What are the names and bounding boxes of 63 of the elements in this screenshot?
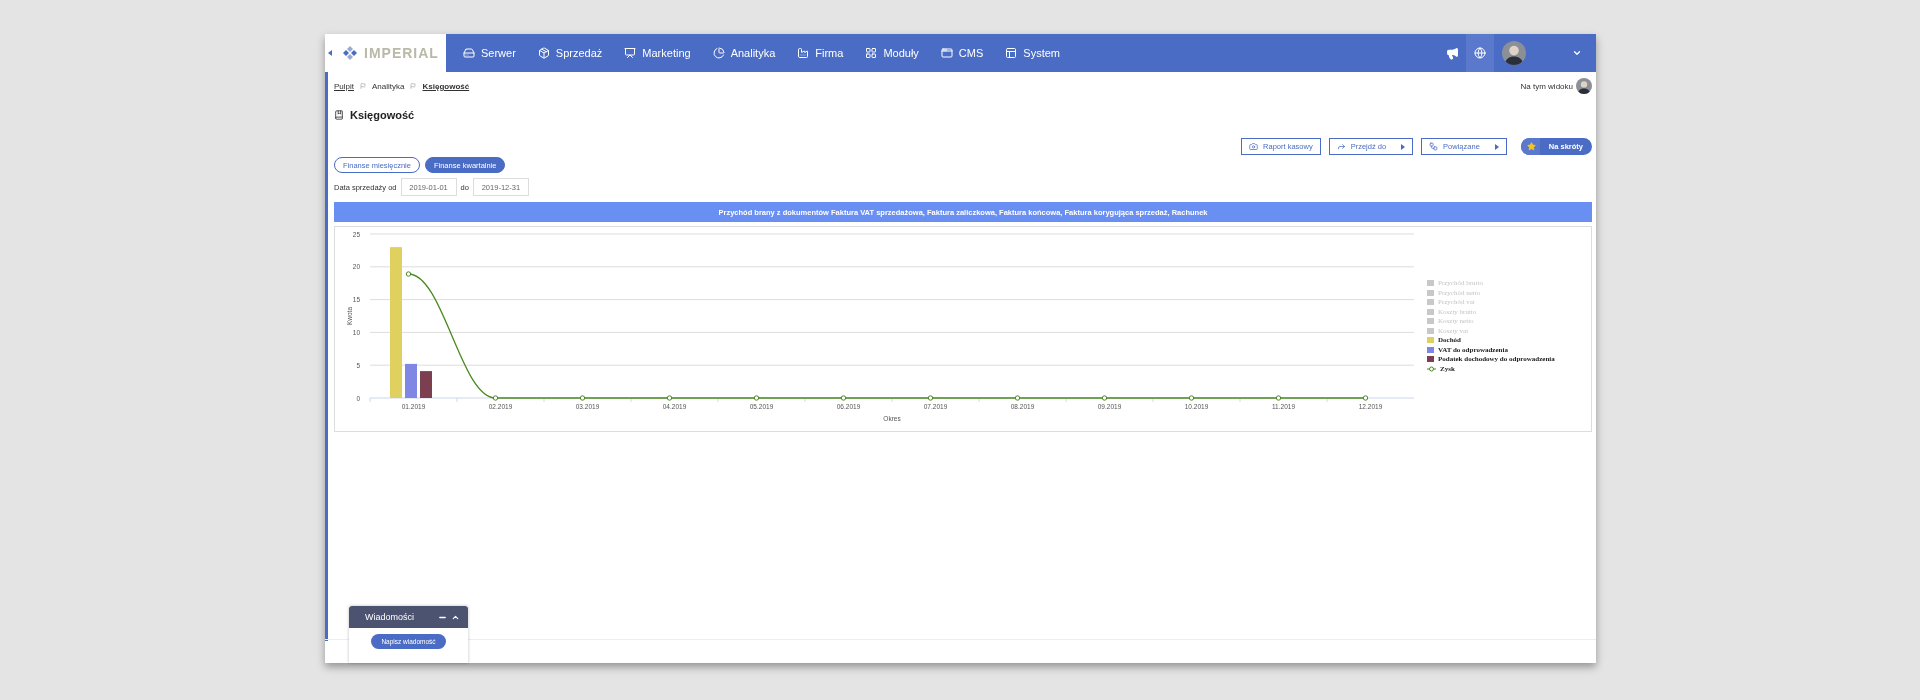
data-point — [1275, 395, 1282, 401]
book-icon — [334, 110, 344, 120]
box-icon — [537, 47, 550, 59]
data-point — [927, 395, 934, 401]
avatar-icon — [1502, 41, 1526, 65]
forward-icon — [1336, 142, 1346, 151]
data-point — [753, 395, 760, 401]
window-icon — [940, 47, 953, 59]
legend-swatch-icon — [1427, 308, 1434, 315]
nav-item[interactable]: System — [994, 34, 1071, 72]
legend-swatch-icon — [1427, 318, 1434, 324]
pie-chart-icon — [712, 47, 725, 59]
nodes-icon — [1429, 142, 1439, 151]
breadcrumb-link[interactable]: Pulpit — [334, 81, 354, 91]
legend-swatch-icon — [1427, 337, 1434, 343]
caret-icon — [1494, 143, 1499, 150]
nav-item[interactable]: Sprzedaż — [526, 34, 614, 72]
star-icon — [1526, 142, 1536, 151]
nav-item[interactable]: Serwer — [452, 34, 527, 72]
page-title: Księgowość — [350, 109, 415, 121]
legend-line-icon — [1427, 365, 1436, 372]
data-point — [1101, 395, 1108, 401]
presentation-icon — [624, 47, 637, 59]
grid-icon — [865, 47, 878, 59]
caret-icon[interactable] — [1572, 48, 1582, 58]
view-label: Na tym widoku — [1520, 81, 1573, 91]
nav-item[interactable]: Marketing — [613, 34, 702, 72]
data-point — [1014, 395, 1021, 401]
logo-icon — [342, 45, 358, 61]
data-point — [1188, 395, 1195, 401]
logo-text: IMPERIAL — [364, 45, 439, 61]
bar — [405, 363, 417, 398]
bar — [420, 371, 432, 398]
nav-item[interactable]: CMS — [929, 34, 995, 72]
nav-item[interactable]: Analityka — [701, 34, 787, 72]
camera-icon — [1249, 142, 1259, 151]
separator-icon — [410, 83, 417, 89]
breadcrumb-link[interactable]: Analityka — [372, 81, 405, 91]
nav-item[interactable]: Moduły — [854, 34, 930, 72]
legend-swatch-icon — [1427, 299, 1434, 305]
data-point — [579, 395, 586, 401]
legend-swatch-icon — [1427, 346, 1434, 353]
legend-swatch-icon — [1427, 327, 1434, 334]
separator-icon — [360, 83, 366, 89]
data-point — [840, 395, 847, 401]
breadcrumb-link[interactable]: Księgowość — [422, 81, 470, 91]
megaphone-icon[interactable] — [1445, 46, 1459, 60]
data-point — [405, 271, 412, 277]
panels-icon — [1005, 47, 1018, 59]
data-point — [666, 395, 673, 401]
data-point — [1362, 395, 1369, 401]
collapse-icon[interactable] — [327, 50, 332, 56]
factory-icon — [797, 47, 810, 59]
legend-swatch-icon — [1427, 356, 1434, 362]
avatar-icon — [1576, 78, 1592, 94]
legend-swatch-icon — [1427, 280, 1434, 286]
globe-icon[interactable] — [1474, 47, 1486, 59]
data-point — [492, 395, 499, 401]
messages-title: Wiadomości — [365, 612, 414, 622]
legend-swatch-icon — [1427, 289, 1434, 296]
nav-item[interactable]: Firma — [786, 34, 855, 72]
caret-icon — [1401, 143, 1406, 150]
drive-icon — [463, 47, 475, 59]
